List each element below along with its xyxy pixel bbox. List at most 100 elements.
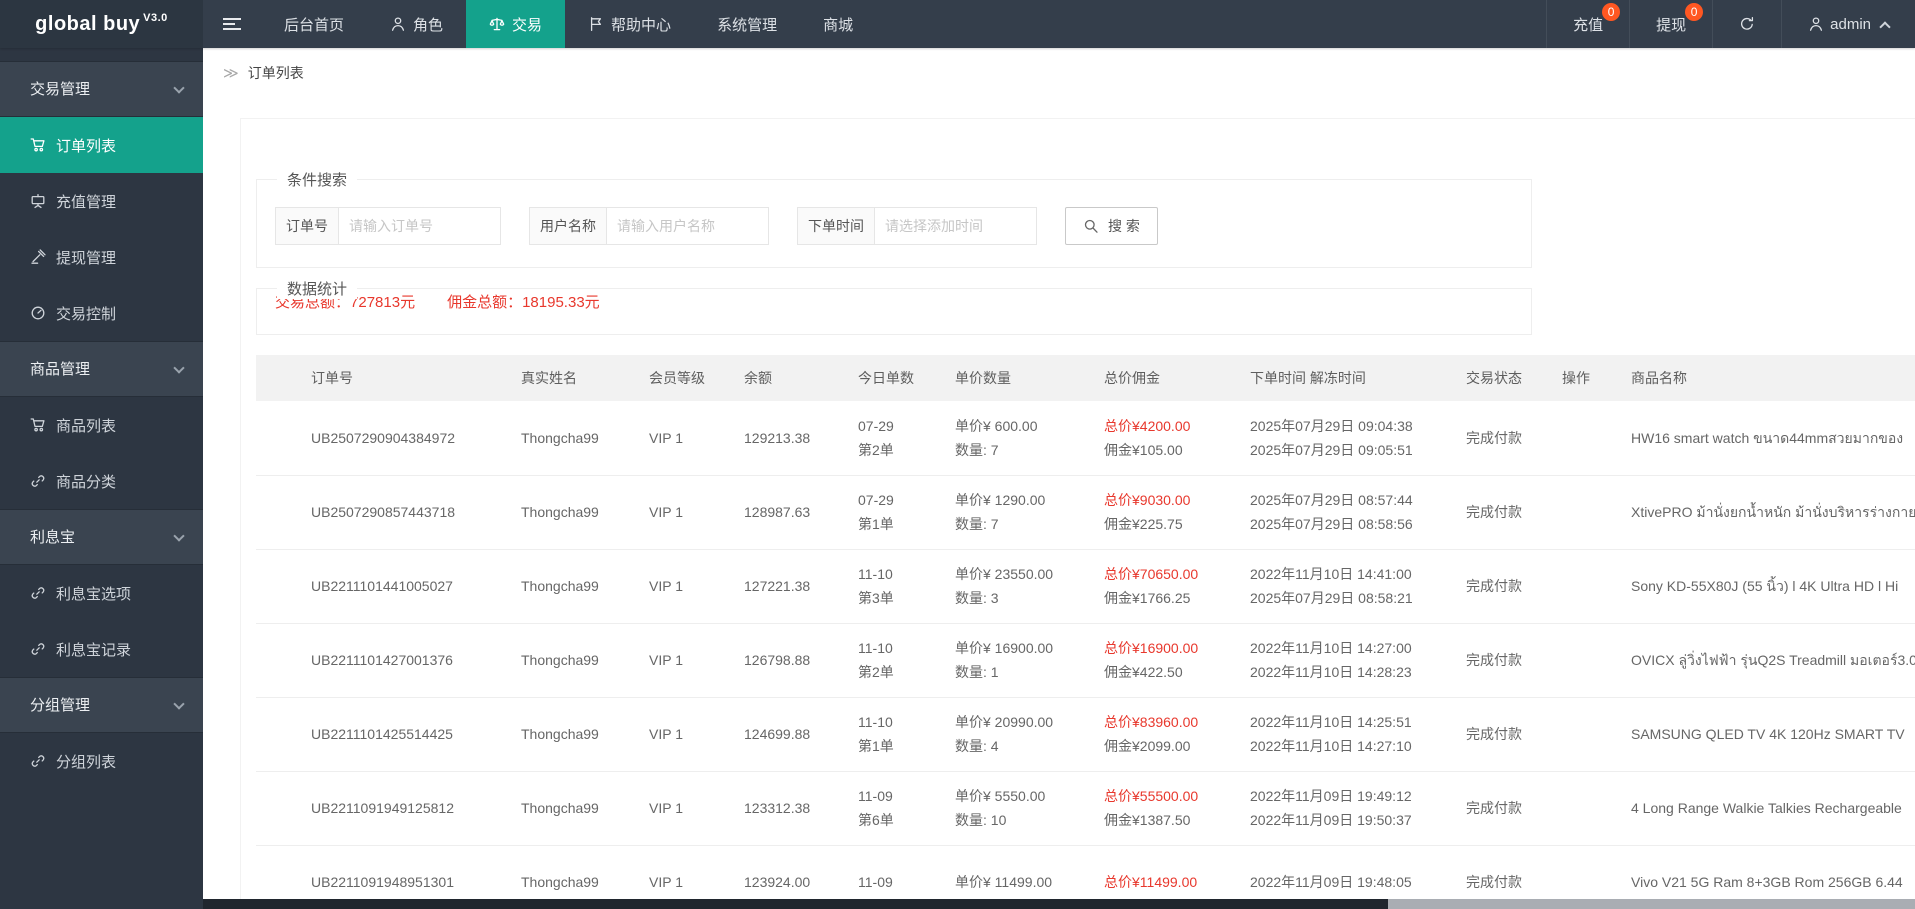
cell-line: 第1单 <box>858 516 894 532</box>
withdraw-button[interactable]: 提现 0 <box>1629 0 1712 48</box>
sidebar-item-label: 利息宝记录 <box>56 641 132 659</box>
table-row: UB2211101427001376 Thongcha99 VIP 1 126798.… <box>256 623 1915 698</box>
recharge-badge: 0 <box>1602 3 1621 21</box>
cell-line: 单价¥ 5550.00 <box>955 788 1046 804</box>
table-row: UB2211101441005027 Thongcha99 VIP 1 127221.… <box>256 549 1915 624</box>
cell-line: 佣金¥2099.00 <box>1104 738 1191 754</box>
table-cell: 单价¥ 11499.00 <box>943 845 1092 899</box>
sidebar-item-recharge-management[interactable]: 充值管理 <box>0 173 203 229</box>
content-card: 条件搜索 订单号用户名称下单时间搜 索 数据统计 交易总额：727813元佣金总… <box>240 118 1915 899</box>
cell-line: 单价¥ 23550.00 <box>955 566 1054 582</box>
order-time-input[interactable] <box>874 207 1037 245</box>
cell-line: 2022年11月09日 19:49:12 <box>1250 788 1412 804</box>
cell-line: 2025年07月29日 09:05:51 <box>1250 441 1413 458</box>
top-nav-label: 交易 <box>512 16 543 34</box>
search-fieldset: 条件搜索 订单号 用户名称 下单时间 搜 索 <box>256 169 1532 268</box>
table-cell: 2022年11月10日 14:41:00 2025年07月29日 08:58:21 <box>1238 549 1454 624</box>
sidebar-section-label: 商品管理 <box>30 361 91 378</box>
cell-line: 11-09 <box>858 788 893 804</box>
sidebar-item-interest-options[interactable]: 利息宝选项 <box>0 565 203 621</box>
table-cell: 4 Long Range Walkie Talkies Rechargeable <box>1619 771 1915 846</box>
cell-line: 单价¥ 600.00 <box>955 417 1038 434</box>
cell-line: 11-10 <box>858 566 893 582</box>
link-icon <box>30 473 46 489</box>
sidebar-item-trade-control[interactable]: 交易控制 <box>0 285 203 341</box>
column-header: 订单号 <box>256 355 509 401</box>
sidebar-section-trade-management[interactable]: 交易管理 <box>0 61 203 117</box>
link-icon <box>30 585 46 601</box>
table-cell: Thongcha99 <box>509 401 637 476</box>
recharge-button[interactable]: 充值 0 <box>1546 0 1629 48</box>
sidebar-item-label: 充值管理 <box>56 193 117 211</box>
chevron-down-icon <box>173 362 185 374</box>
top-nav-help-center[interactable]: 帮助中心 <box>565 0 694 48</box>
refresh-icon <box>1739 16 1755 32</box>
user-name-label: 用户名称 <box>529 207 606 245</box>
sidebar-item-label: 商品列表 <box>56 417 117 435</box>
table-cell: 单价¥ 20990.00 数量: 4 <box>943 697 1092 772</box>
table-cell: 完成付款 <box>1454 845 1550 899</box>
table-cell: 单价¥ 23550.00 数量: 3 <box>943 549 1092 624</box>
cell-line: 数量: 3 <box>955 590 999 606</box>
table-cell: Thongcha99 <box>509 623 637 698</box>
content: 条件搜索 订单号用户名称下单时间搜 索 数据统计 交易总额：727813元佣金总… <box>203 98 1915 899</box>
table-cell <box>1550 475 1619 550</box>
refresh-button[interactable] <box>1712 0 1781 48</box>
cell-line: 总价¥16900.00 <box>1104 640 1199 656</box>
table-cell: 完成付款 <box>1454 697 1550 772</box>
column-header: 会员等级 <box>637 355 732 401</box>
sidebar-section-interest-treasure[interactable]: 利息宝 <box>0 509 203 565</box>
sidebar-item-interest-records[interactable]: 利息宝记录 <box>0 621 203 677</box>
top-nav-dashboard[interactable]: 后台首页 <box>261 0 367 48</box>
stat-item: 佣金总额：18195.33元 <box>447 294 600 311</box>
cart-icon <box>30 417 46 433</box>
table-cell: 123924.00 <box>732 845 846 899</box>
menu-toggle-icon[interactable] <box>203 0 261 48</box>
table-cell <box>1550 623 1619 698</box>
cell-line: 单价¥ 11499.00 <box>955 874 1053 890</box>
table-cell: 单价¥ 600.00 数量: 7 <box>943 401 1092 476</box>
table-cell: UB2211101427001376 <box>256 623 509 698</box>
sidebar-item-order-list[interactable]: 订单列表 <box>0 117 203 173</box>
sidebar-section-goods-management[interactable]: 商品管理 <box>0 341 203 397</box>
username: admin <box>1830 15 1871 33</box>
flag-icon <box>588 16 604 32</box>
table-cell: 07-29 第2单 <box>846 401 943 476</box>
column-header: 交易状态 <box>1454 355 1550 401</box>
table-cell: Thongcha99 <box>509 845 637 899</box>
table-cell: 总价¥9030.00 佣金¥225.75 <box>1092 475 1238 550</box>
cell-line: 第2单 <box>858 664 894 680</box>
column-header: 总价佣金 <box>1092 355 1238 401</box>
app-logo-text: global buy <box>35 12 141 35</box>
breadcrumb: ≫ 订单列表 <box>203 48 1915 98</box>
cell-line: 总价¥70650.00 <box>1104 566 1199 582</box>
horizontal-scrollbar-thumb[interactable] <box>1388 899 1915 909</box>
top-nav-mall[interactable]: 商城 <box>800 0 876 48</box>
table-cell: VIP 1 <box>637 845 732 899</box>
table-cell: Thongcha99 <box>509 549 637 624</box>
top-nav-trade[interactable]: 交易 <box>466 0 566 48</box>
sidebar-section-group-management[interactable]: 分组管理 <box>0 677 203 733</box>
user-name-input[interactable] <box>606 207 769 245</box>
sidebar-item-group-list[interactable]: 分组列表 <box>0 733 203 789</box>
sidebar-section-label: 利息宝 <box>30 529 76 546</box>
cart-icon <box>30 137 46 153</box>
sidebar-item-goods-list[interactable]: 商品列表 <box>0 397 203 453</box>
search-button[interactable]: 搜 索 <box>1065 207 1158 245</box>
user-menu[interactable]: admin <box>1781 0 1915 48</box>
cell-line: 单价¥ 20990.00 <box>955 714 1054 730</box>
sidebar-item-goods-category[interactable]: 商品分类 <box>0 453 203 509</box>
top-nav-system[interactable]: 系统管理 <box>694 0 800 48</box>
table-cell: HW16 smart watch ขนาด44mmสวยมากของ <box>1619 401 1915 476</box>
table-cell: 129213.38 <box>732 401 846 476</box>
table-cell: UB2211091949125812 <box>256 771 509 846</box>
order-no-input[interactable] <box>338 207 501 245</box>
table-row: UB2507290904384972 Thongcha99 VIP 1 129213.… <box>256 401 1915 476</box>
table-cell: 总价¥55500.00 佣金¥1387.50 <box>1092 771 1238 846</box>
column-header: 下单时间 解冻时间 <box>1238 355 1454 401</box>
sidebar-item-label: 提现管理 <box>56 249 117 267</box>
top-nav-label: 后台首页 <box>284 16 345 34</box>
sidebar-item-withdraw-management[interactable]: 提现管理 <box>0 229 203 285</box>
top-nav-roles[interactable]: 角色 <box>367 0 466 48</box>
cell-line: 数量: 10 <box>955 812 1007 828</box>
